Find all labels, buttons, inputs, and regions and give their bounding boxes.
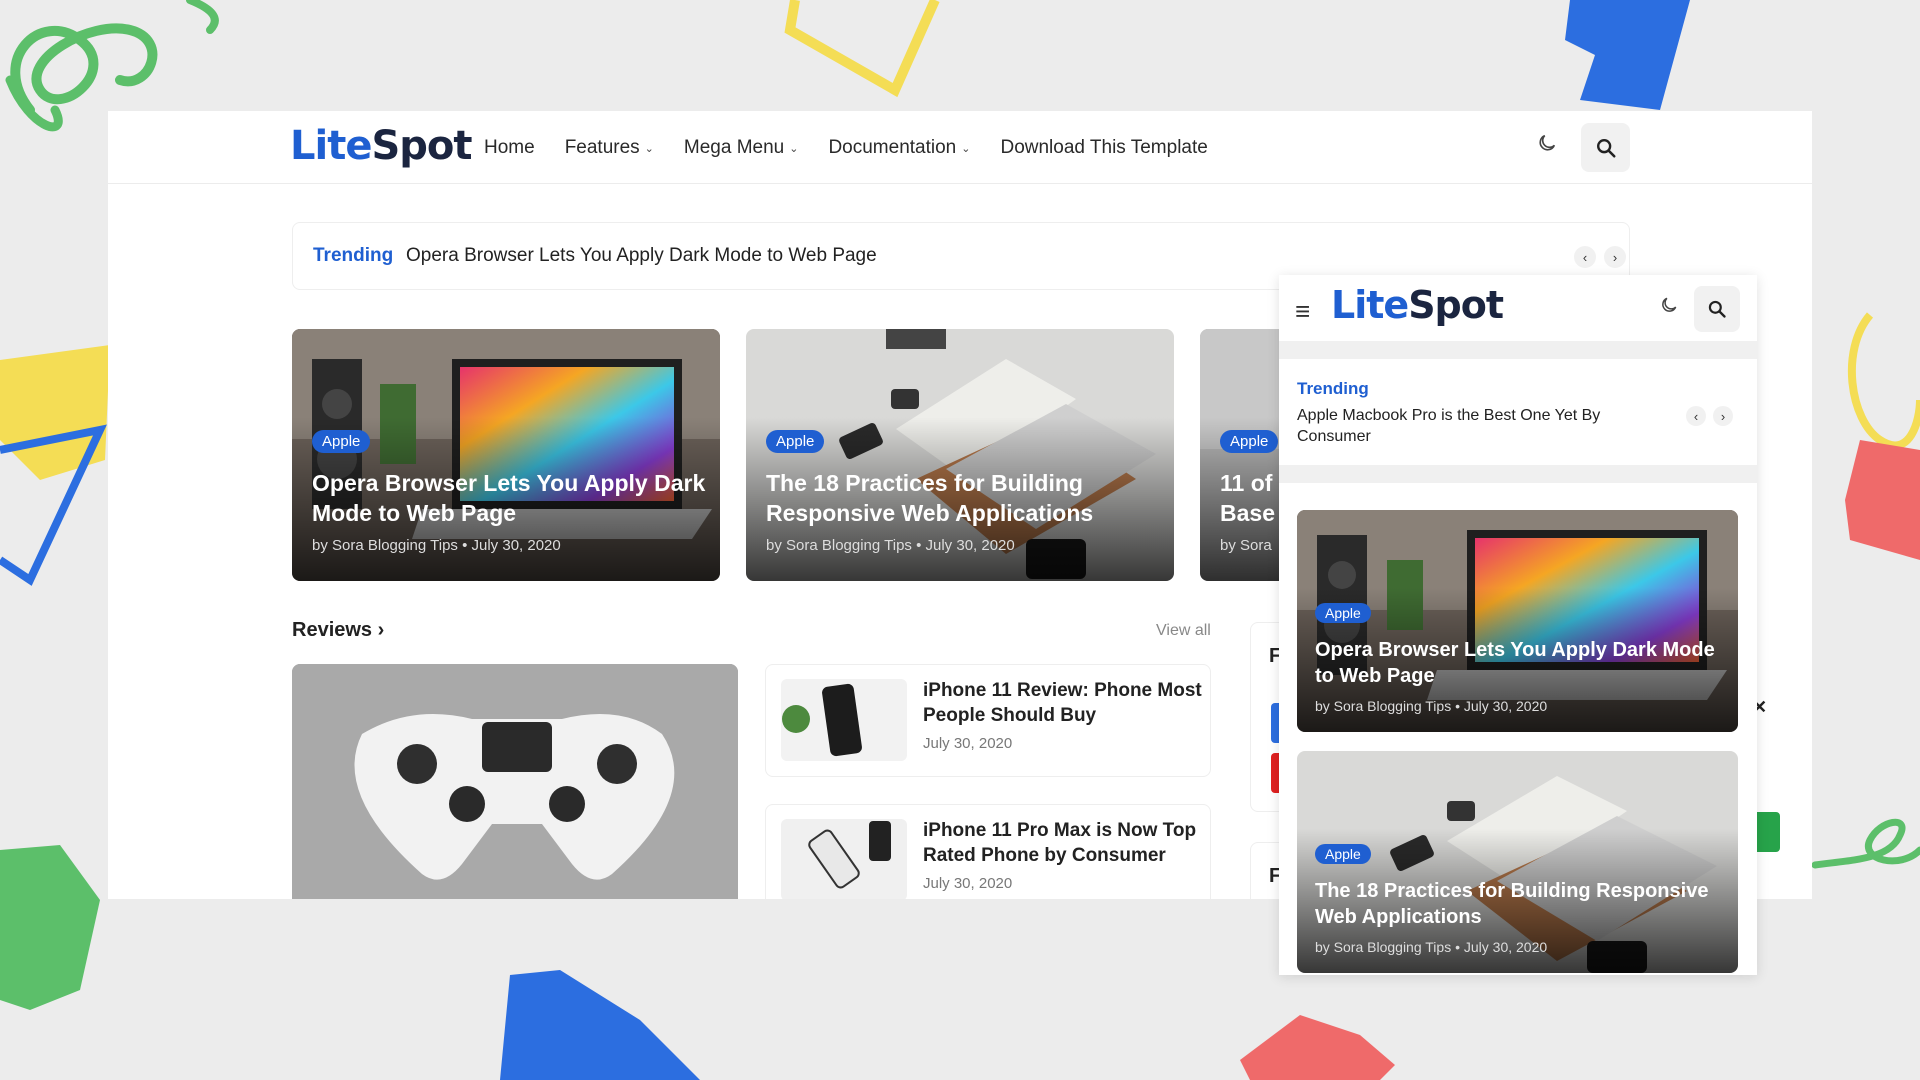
review-main-image[interactable] bbox=[292, 664, 738, 899]
nav-label: Mega Menu bbox=[683, 137, 785, 158]
nav-label: Download This Template bbox=[1000, 137, 1208, 158]
card-title[interactable]: Opera Browser Lets You Apply Dark Mode t… bbox=[1315, 637, 1715, 689]
card-meta: by Sora bbox=[1220, 537, 1272, 554]
search-button[interactable] bbox=[1581, 123, 1630, 172]
review-date: July 30, 2020 bbox=[923, 735, 1013, 752]
nav-label: Home bbox=[484, 137, 535, 158]
category-tag[interactable]: Apple bbox=[1315, 603, 1371, 623]
logo-part-1: Lite bbox=[290, 123, 372, 169]
view-all-link[interactable]: View all bbox=[1156, 622, 1211, 640]
review-title[interactable]: iPhone 11 Review: Phone Most People Shou… bbox=[923, 679, 1203, 728]
trending-label: Trending bbox=[1297, 379, 1369, 398]
nav-documentation[interactable]: Documentation ⌄ bbox=[828, 137, 970, 159]
divider bbox=[1279, 465, 1757, 483]
trending-prev-button[interactable]: ‹ bbox=[1574, 246, 1596, 268]
search-icon bbox=[1708, 300, 1726, 318]
logo-part-2: Spot bbox=[371, 123, 472, 169]
featured-card[interactable]: Apple The 18 Practices for Building Resp… bbox=[1297, 751, 1738, 973]
card-meta: by Sora Blogging Tips • July 30, 2020 bbox=[766, 537, 1015, 554]
card-title[interactable]: The 18 Practices for Building Responsive… bbox=[1315, 878, 1715, 930]
card-meta: by Sora Blogging Tips • July 30, 2020 bbox=[1315, 698, 1548, 714]
hamburger-icon[interactable]: ≡ bbox=[1295, 296, 1310, 327]
mobile-preview: ≡ LiteSpot Trending Apple Macbook Pro is… bbox=[1279, 275, 1757, 975]
category-tag[interactable]: Apple bbox=[1315, 844, 1371, 864]
featured-card[interactable]: Apple Opera Browser Lets You Apply Dark … bbox=[292, 329, 720, 581]
trending-prev-button[interactable]: ‹ bbox=[1686, 406, 1706, 426]
divider bbox=[1279, 341, 1757, 359]
logo-part-1: Lite bbox=[1331, 283, 1409, 327]
chevron-right-icon: › bbox=[377, 619, 385, 641]
moon-icon[interactable] bbox=[1536, 132, 1566, 162]
search-icon bbox=[1596, 138, 1616, 158]
trending-label: Trending bbox=[313, 245, 394, 266]
nav-label: Documentation bbox=[828, 137, 957, 158]
category-tag[interactable]: Apple bbox=[1220, 430, 1279, 453]
chevron-down-icon: ⌄ bbox=[644, 142, 654, 155]
header: LiteSpot Home Features ⌄ Mega Menu ⌄ Docum… bbox=[108, 111, 1812, 184]
trending-title[interactable]: Apple Macbook Pro is the Best One Yet By… bbox=[1297, 406, 1657, 448]
review-title[interactable]: iPhone 11 Pro Max is Now Top Rated Phone… bbox=[923, 819, 1203, 868]
nav-features[interactable]: Features ⌄ bbox=[565, 137, 654, 159]
main-nav: Home Features ⌄ Mega Menu ⌄ Documentation ⌄… bbox=[484, 137, 1238, 159]
review-list-item[interactable]: iPhone 11 Review: Phone Most People Shou… bbox=[765, 664, 1211, 777]
review-date: July 30, 2020 bbox=[923, 875, 1013, 892]
logo[interactable]: LiteSpot bbox=[1331, 283, 1504, 327]
logo-part-2: Spot bbox=[1408, 283, 1504, 327]
review-thumbnail bbox=[781, 819, 907, 899]
section-title-text: Reviews bbox=[292, 619, 373, 641]
nav-mega-menu[interactable]: Mega Menu ⌄ bbox=[684, 137, 799, 159]
chevron-down-icon: ⌄ bbox=[789, 142, 799, 155]
card-meta: by Sora Blogging Tips • July 30, 2020 bbox=[312, 537, 561, 554]
featured-card[interactable]: Apple The 18 Practices for Building Resp… bbox=[746, 329, 1174, 581]
nav-home[interactable]: Home bbox=[484, 137, 535, 159]
card-title[interactable]: The 18 Practices for Building Responsive… bbox=[766, 469, 1166, 529]
review-list-item[interactable]: iPhone 11 Pro Max is Now Top Rated Phone… bbox=[765, 804, 1211, 899]
nav-label: Features bbox=[564, 137, 640, 158]
trending-next-button[interactable]: › bbox=[1604, 246, 1626, 268]
card-title[interactable]: Opera Browser Lets You Apply Dark Mode t… bbox=[312, 469, 712, 529]
trending-title[interactable]: Opera Browser Lets You Apply Dark Mode t… bbox=[406, 245, 877, 267]
logo[interactable]: LiteSpot bbox=[290, 123, 473, 169]
controller-image bbox=[292, 664, 738, 899]
chevron-down-icon: ⌄ bbox=[961, 142, 971, 155]
trending-next-button[interactable]: › bbox=[1713, 406, 1733, 426]
moon-icon[interactable] bbox=[1659, 295, 1679, 321]
search-button[interactable] bbox=[1694, 286, 1740, 332]
category-tag[interactable]: Apple bbox=[312, 430, 371, 453]
category-tag[interactable]: Apple bbox=[766, 430, 825, 453]
featured-card[interactable]: Apple Opera Browser Lets You Apply Dark … bbox=[1297, 510, 1738, 732]
review-thumbnail bbox=[781, 679, 907, 761]
nav-download-template[interactable]: Download This Template bbox=[1000, 137, 1207, 159]
card-meta: by Sora Blogging Tips • July 30, 2020 bbox=[1315, 939, 1548, 955]
section-title-reviews[interactable]: Reviews › bbox=[292, 619, 384, 642]
